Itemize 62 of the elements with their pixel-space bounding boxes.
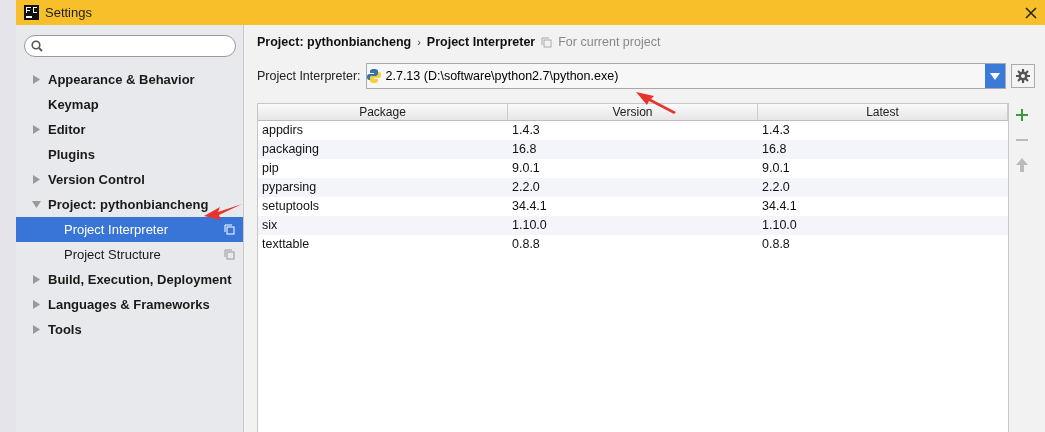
search-field[interactable]	[24, 35, 236, 57]
expand-arrow-icon[interactable]	[32, 300, 41, 309]
table-cell-text: 1.4.3	[761, 122, 791, 139]
table-cell-text: six	[261, 217, 279, 234]
table-cell-text: texttable	[261, 236, 311, 253]
interpreter-dropdown[interactable]: 2.7.13 (D:\software\python2.7\python.exe)	[365, 63, 1006, 89]
sidebar-item[interactable]: Project: pythonbiancheng	[16, 192, 243, 217]
expand-arrow-icon[interactable]	[32, 125, 41, 134]
expand-arrow-icon[interactable]	[32, 275, 41, 284]
copy-icon	[541, 36, 553, 48]
scope-note: For current project	[558, 35, 661, 49]
table-cell-text: appdirs	[261, 122, 304, 139]
collapse-arrow-icon[interactable]	[32, 200, 41, 209]
python-logo-icon	[366, 69, 381, 83]
plus-icon	[1015, 108, 1029, 122]
interpreter-value: 2.7.13 (D:\software\python2.7\python.exe)	[384, 69, 620, 83]
table-cell-text: 34.4.1	[761, 198, 798, 215]
table-cell-text: 34.4.1	[511, 198, 548, 215]
table-cell-text: 1.10.0	[761, 217, 798, 234]
table-cell-text: 9.0.1	[761, 160, 791, 177]
table-cell-text: pyparsing	[261, 179, 318, 196]
gear-icon	[1016, 69, 1030, 83]
table-cell-text: 1.10.0	[511, 217, 548, 234]
table-cell-text: packaging	[261, 141, 320, 158]
field-label: Project Interpreter:	[257, 69, 361, 83]
sidebar-item[interactable]: Languages & Frameworks	[16, 292, 243, 317]
expand-arrow-icon[interactable]	[32, 175, 41, 184]
table-cell-text: pip	[261, 160, 280, 177]
expand-arrow-icon[interactable]	[32, 325, 41, 334]
table-cell-text: 0.8.8	[511, 236, 541, 253]
sidebar-item[interactable]: Editor	[16, 117, 243, 142]
table-cell-text: 2.2.0	[761, 179, 791, 196]
close-icon[interactable]	[1025, 6, 1037, 19]
search-icon	[31, 40, 43, 52]
sidebar-item[interactable]: Project Structure	[16, 242, 243, 267]
sidebar-item[interactable]: Plugins	[16, 142, 243, 167]
column-header[interactable]: Package	[258, 104, 508, 120]
breadcrumb-separator: ›	[417, 36, 421, 48]
table-cell-text: 0.8.8	[761, 236, 791, 253]
table-cell-text: 16.8	[761, 141, 788, 158]
settings-button[interactable]	[1011, 64, 1035, 88]
window-title: Settings	[45, 5, 93, 20]
expand-arrow-icon[interactable]	[32, 75, 41, 84]
app-logo-icon	[24, 5, 39, 20]
sidebar-item[interactable]: Project Interpreter	[16, 217, 243, 242]
sidebar-item[interactable]: Keymap	[16, 92, 243, 117]
sidebar-item[interactable]: Tools	[16, 317, 243, 342]
table-cell-text: 1.4.3	[511, 122, 541, 139]
add-button[interactable]	[1014, 107, 1030, 123]
table-cell-text: 16.8	[511, 141, 538, 158]
table-cell-text: 9.0.1	[511, 160, 541, 177]
sidebar-item[interactable]: Version Control	[16, 167, 243, 192]
table-cell-text: setuptools	[261, 198, 320, 215]
sidebar-item[interactable]: Build, Execution, Deployment	[16, 267, 243, 292]
copy-icon	[224, 224, 235, 235]
up-arrow-icon	[1016, 158, 1028, 172]
sidebar-item[interactable]: Appearance & Behavior	[16, 67, 243, 92]
column-header[interactable]: Latest	[758, 104, 1008, 120]
copy-icon	[224, 249, 235, 260]
table-cell-text: 2.2.0	[511, 179, 541, 196]
breadcrumb-item: Project: pythonbiancheng	[257, 35, 412, 49]
breadcrumb-item: Project Interpreter	[426, 35, 536, 49]
